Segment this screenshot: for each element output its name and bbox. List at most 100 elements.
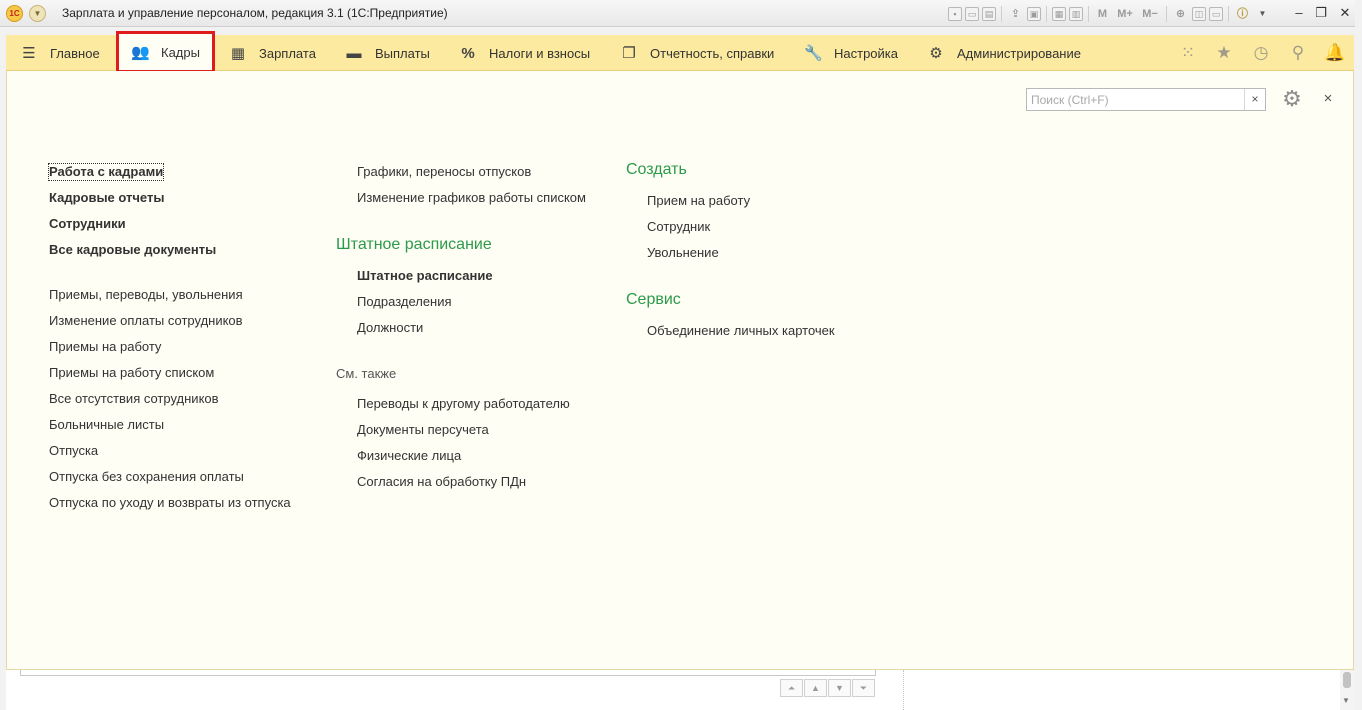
link-unpaid-vacations[interactable]: Отпуска без сохранения оплаты xyxy=(49,469,244,485)
info-icon[interactable]: ⓘ xyxy=(1234,6,1251,22)
title-toolbar: ▪ ▭ ▤ ⇪ ▣ ▦ ▥ M M+ M− ⊕ ◫ ▭ ⓘ ▼ xyxy=(948,5,1274,23)
link-merge-personal-cards[interactable]: Объединение личных карточек xyxy=(647,323,835,339)
toolbar-divider xyxy=(1228,6,1229,22)
link-sick-leaves[interactable]: Больничные листы xyxy=(49,417,164,433)
scrollbar-thumb[interactable] xyxy=(1343,672,1351,688)
calculator-icon: ▦ xyxy=(230,45,246,62)
section-salary[interactable]: ▦ Зарплата xyxy=(229,35,316,71)
panel-settings-gear-icon[interactable]: ⚙ xyxy=(1278,86,1306,112)
link-hires[interactable]: Приемы на работу xyxy=(49,339,161,355)
move-to-bottom-button[interactable]: ⏷ xyxy=(852,679,875,697)
print-preview-icon[interactable]: ▤ xyxy=(982,7,996,21)
toolbar-divider xyxy=(1088,6,1089,22)
hamburger-icon: ☰ xyxy=(22,45,36,62)
dropdown-icon[interactable]: ▼ xyxy=(1254,6,1271,22)
section-main[interactable]: ☰ Главное xyxy=(20,35,100,71)
apps-grid-icon[interactable]: ⁙ xyxy=(1177,42,1199,64)
link-pay-changes[interactable]: Изменение оплаты сотрудников xyxy=(49,313,243,329)
toolbar-divider xyxy=(1046,6,1047,22)
section-administration[interactable]: ⚙ Администрирование xyxy=(927,35,1081,71)
section-content-panel: × ⚙ × Работа с кадрами Кадровые отчеты С… xyxy=(6,71,1354,670)
link-vacations[interactable]: Отпуска xyxy=(49,443,98,459)
save-copy-icon[interactable]: ▣ xyxy=(1027,7,1041,21)
group-title-create: Создать xyxy=(626,161,687,178)
link-employees[interactable]: Сотрудники xyxy=(49,216,126,232)
toolbar-divider xyxy=(1166,6,1167,22)
link-departments[interactable]: Подразделения xyxy=(357,294,452,310)
window-title: Зарплата и управление персоналом, редакц… xyxy=(62,6,448,20)
section-settings[interactable]: 🔧 Настройка xyxy=(804,35,898,71)
gear-icon: ⚙ xyxy=(929,45,943,62)
toolbar-divider xyxy=(1001,6,1002,22)
section-payments[interactable]: ▬ Выплаты xyxy=(345,35,430,71)
history-icon[interactable]: ◷ xyxy=(1250,42,1272,64)
notifications-bell-icon[interactable]: 🔔 xyxy=(1324,42,1346,64)
section-label: Главное xyxy=(50,45,100,61)
background-text-field xyxy=(20,670,876,676)
search-clear-icon[interactable]: × xyxy=(1244,89,1265,110)
memory-m-button[interactable]: M xyxy=(1094,6,1111,22)
link-individuals[interactable]: Физические лица xyxy=(357,448,461,464)
compare-icon[interactable]: ◫ xyxy=(1192,7,1206,21)
wrench-icon: 🔧 xyxy=(804,45,823,62)
sections-panel: ☰ Главное 👥 Кадры ▦ Зарплата ▬ Выплаты %… xyxy=(6,31,1354,73)
group-title-see-also: См. также xyxy=(336,366,397,381)
zoom-icon[interactable]: ⊕ xyxy=(1172,6,1189,22)
link-vacation-schedules[interactable]: Графики, переносы отпусков xyxy=(357,164,531,180)
section-taxes[interactable]: % Налоги и взносы xyxy=(459,35,590,71)
window-right-border xyxy=(1355,0,1362,710)
window-icon[interactable]: ▭ xyxy=(1209,7,1223,21)
minimize-icon[interactable]: – xyxy=(1288,4,1310,22)
section-reports[interactable]: ❐ Отчетность, справки xyxy=(620,35,774,71)
section-label: Налоги и взносы xyxy=(489,45,591,61)
percent-icon: % xyxy=(461,44,475,62)
favorites-star-icon[interactable]: ★ xyxy=(1213,42,1235,64)
memory-m-minus-button[interactable]: M− xyxy=(1139,6,1161,22)
section-label: Выплаты xyxy=(375,45,430,61)
window-title-bar: 1С ▼ Зарплата и управление персоналом, р… xyxy=(0,0,1362,27)
move-to-top-button[interactable]: ⏶ xyxy=(780,679,803,697)
calculator-icon[interactable]: ▦ xyxy=(1052,7,1066,21)
section-label: Зарплата xyxy=(259,45,316,61)
link-hires-transfers-dismissals[interactable]: Приемы, переводы, увольнения xyxy=(49,287,243,303)
main-menu-dropdown-icon[interactable]: ▼ xyxy=(29,5,46,22)
link-parental-leaves[interactable]: Отпуска по уходу и возвраты из отпуска xyxy=(49,495,291,511)
upload-icon[interactable]: ⇪ xyxy=(1007,6,1024,22)
section-hr-active[interactable]: 👥 Кадры xyxy=(116,31,215,73)
calendar-icon[interactable]: ▥ xyxy=(1069,7,1083,21)
link-hr-work[interactable]: Работа с кадрами xyxy=(47,163,165,181)
wallet-icon: ▬ xyxy=(346,44,362,62)
app-logo-icon[interactable]: 1С xyxy=(6,5,23,22)
search-input[interactable] xyxy=(1026,88,1266,111)
link-work-schedule-changes[interactable]: Изменение графиков работы списком xyxy=(357,190,586,206)
people-icon: 👥 xyxy=(131,44,150,61)
link-positions[interactable]: Должности xyxy=(357,320,423,336)
restore-icon[interactable]: ❐ xyxy=(1310,4,1332,22)
link-data-consents[interactable]: Согласия на обработку ПДн xyxy=(357,474,526,490)
link-all-absences[interactable]: Все отсутствия сотрудников xyxy=(49,391,219,407)
group-title-staffing: Штатное расписание xyxy=(336,236,492,253)
close-panel-icon[interactable]: × xyxy=(1317,89,1339,109)
link-personnel-docs[interactable]: Документы персучета xyxy=(357,422,489,438)
link-transfers-other-employer[interactable]: Переводы к другому работодателю xyxy=(357,396,570,412)
search-icon[interactable]: ⚲ xyxy=(1287,42,1309,64)
move-up-button[interactable]: ▲ xyxy=(804,679,827,697)
save-icon[interactable]: ▪ xyxy=(948,7,962,21)
close-window-icon[interactable]: ✕ xyxy=(1334,4,1356,22)
reports-icon: ❐ xyxy=(622,45,636,62)
splitter[interactable] xyxy=(903,670,904,710)
link-all-hr-documents[interactable]: Все кадровые документы xyxy=(49,242,216,258)
link-create-employee[interactable]: Сотрудник xyxy=(647,219,710,235)
link-create-dismissal[interactable]: Увольнение xyxy=(647,245,719,261)
vertical-scrollbar[interactable]: ▼ xyxy=(1340,670,1354,710)
link-create-hire[interactable]: Прием на работу xyxy=(647,193,750,209)
print-icon[interactable]: ▭ xyxy=(965,7,979,21)
memory-m-plus-button[interactable]: M+ xyxy=(1114,6,1136,22)
background-form-area: ⏶ ▲ ▼ ⏷ ▼ xyxy=(6,670,1354,710)
link-hires-list[interactable]: Приемы на работу списком xyxy=(49,365,214,381)
move-down-button[interactable]: ▼ xyxy=(828,679,851,697)
section-label: Администрирование xyxy=(957,45,1081,61)
link-hr-reports[interactable]: Кадровые отчеты xyxy=(49,190,164,206)
link-staffing-table[interactable]: Штатное расписание xyxy=(357,268,493,284)
scroll-down-arrow-icon[interactable]: ▼ xyxy=(1342,696,1350,705)
